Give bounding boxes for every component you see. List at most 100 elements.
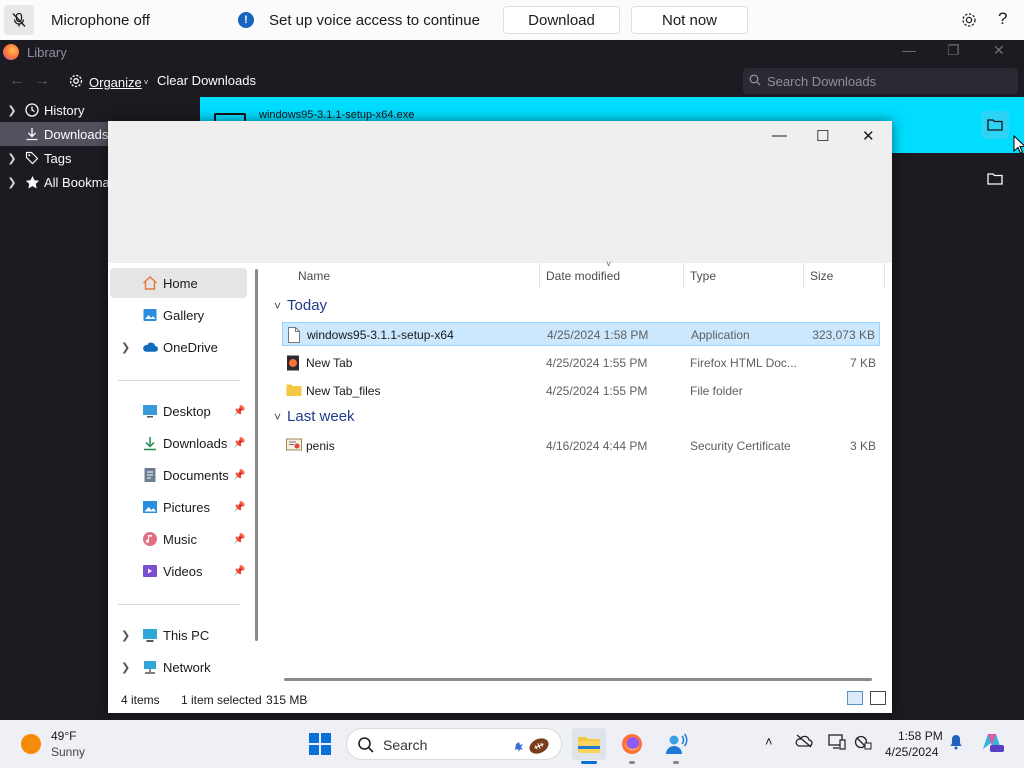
folder-icon[interactable] xyxy=(981,165,1009,193)
nav-item-network[interactable]: ❯ Network xyxy=(110,652,247,682)
library-title: Library xyxy=(27,44,67,60)
taskbar-search-box[interactable]: Search xyxy=(346,728,562,760)
weather-temperature[interactable]: 49°F xyxy=(51,729,76,743)
chevron-right-icon[interactable]: ❯ xyxy=(121,629,130,642)
weather-condition[interactable]: Sunny xyxy=(51,745,85,759)
column-header-date[interactable]: Date modified xyxy=(546,269,620,283)
microphone-off-icon[interactable] xyxy=(4,5,34,35)
organize-label: Organize xyxy=(89,75,142,90)
nav-item-gallery[interactable]: Gallery xyxy=(110,300,247,330)
pin-icon[interactable]: 📌 xyxy=(233,566,245,577)
folder-icon[interactable] xyxy=(981,111,1009,139)
sun-icon[interactable] xyxy=(21,734,41,754)
details-view-icon[interactable] xyxy=(847,691,863,705)
desktop-icon xyxy=(142,403,158,419)
file-list: Name Date modified ˅ Type Size ˅ Today w… xyxy=(264,259,892,683)
file-row[interactable]: windows95-3.1.1-setup-x64 4/25/2024 1:58… xyxy=(282,322,880,346)
restore-icon[interactable]: ❐ xyxy=(947,42,960,59)
mouse-cursor-icon xyxy=(1013,135,1024,154)
back-arrow-icon[interactable]: ← xyxy=(9,72,25,90)
chevron-up-icon[interactable]: ˄ xyxy=(765,734,773,749)
pin-icon[interactable]: 📌 xyxy=(233,438,245,449)
explorer-title-area: — ☐ ✕ xyxy=(108,121,892,263)
horizontal-scrollbar[interactable] xyxy=(284,678,872,681)
mic-status-label: Microphone off xyxy=(51,11,150,29)
gear-icon[interactable] xyxy=(960,11,978,32)
download-icon xyxy=(142,435,158,451)
file-explorer-window: — ☐ ✕ Home Gallery ❯ OneDrive Desktop 📌 … xyxy=(108,121,892,713)
organize-button[interactable]: Organize ˅ xyxy=(68,73,148,92)
nav-separator xyxy=(118,604,240,605)
clock-icon xyxy=(24,102,40,118)
firefox-logo-icon xyxy=(3,44,19,60)
file-row[interactable]: New Tab 4/25/2024 1:55 PM Firefox HTML D… xyxy=(282,351,880,375)
clock-date[interactable]: 4/25/2024 xyxy=(885,745,938,759)
tiles-view-icon[interactable] xyxy=(870,691,886,705)
nav-item-desktop[interactable]: Desktop 📌 xyxy=(110,396,247,426)
selection-count: 1 item selected xyxy=(181,693,262,707)
explorer-nav-pane: Home Gallery ❯ OneDrive Desktop 📌 Downlo… xyxy=(108,263,262,683)
pin-icon[interactable]: 📌 xyxy=(233,406,245,417)
windows-start-icon[interactable] xyxy=(309,733,331,755)
tree-label: Downloads xyxy=(44,126,109,142)
chevron-right-icon[interactable]: ❯ xyxy=(121,341,130,354)
close-icon[interactable]: ✕ xyxy=(993,42,1005,59)
nav-item-downloads[interactable]: Downloads 📌 xyxy=(110,428,247,458)
football-widget-icon xyxy=(513,734,553,759)
help-icon[interactable]: ? xyxy=(998,9,1007,29)
maximize-icon[interactable]: ☐ xyxy=(816,127,829,145)
nav-item-onedrive[interactable]: ❯ OneDrive xyxy=(110,332,247,362)
chevron-down-icon: ˅ xyxy=(274,409,282,424)
nav-item-this-pc[interactable]: ❯ This PC xyxy=(110,620,247,650)
voice-access-taskbar-icon[interactable] xyxy=(659,728,693,764)
file-row[interactable]: New Tab_files 4/25/2024 1:55 PM File fol… xyxy=(282,379,880,403)
minimize-icon[interactable]: — xyxy=(902,42,916,58)
firefox-html-file-icon xyxy=(286,355,300,371)
file-explorer-taskbar-icon[interactable] xyxy=(572,728,606,764)
nav-scrollbar[interactable] xyxy=(255,269,258,641)
copilot-icon[interactable] xyxy=(980,731,1004,756)
display-icon[interactable] xyxy=(828,734,846,753)
minimize-icon[interactable]: — xyxy=(772,127,787,144)
selection-size: 315 MB xyxy=(266,693,308,707)
nav-item-home[interactable]: Home xyxy=(110,268,247,298)
videos-icon xyxy=(142,563,158,579)
voice-setup-message: Set up voice access to continue xyxy=(269,12,480,29)
notification-bell-icon[interactable] xyxy=(949,734,963,753)
search-icon xyxy=(357,736,375,757)
chevron-right-icon[interactable]: ❯ xyxy=(121,661,130,674)
chevron-right-icon[interactable]: ❯ xyxy=(0,176,24,189)
chevron-right-icon[interactable]: ❯ xyxy=(0,104,24,117)
pin-icon[interactable]: 📌 xyxy=(233,534,245,545)
taskbar: 49°F Sunny Search ˄ 1:58 PM 4/25/2024 xyxy=(0,720,1024,768)
clear-downloads-button[interactable]: Clear Downloads xyxy=(157,73,256,88)
file-row[interactable]: penis 4/16/2024 4:44 PM Security Certifi… xyxy=(282,434,880,458)
library-toolbar: ← → Organize ˅ Clear Downloads xyxy=(0,64,1024,98)
nav-item-pictures[interactable]: Pictures 📌 xyxy=(110,492,247,522)
nav-item-videos[interactable]: Videos 📌 xyxy=(110,556,247,586)
chevron-down-icon: ˅ xyxy=(274,298,282,313)
group-header-last-week[interactable]: ˅ Last week xyxy=(274,408,355,425)
nav-item-music[interactable]: Music 📌 xyxy=(110,524,247,554)
onedrive-offline-icon[interactable] xyxy=(795,734,813,751)
voice-download-button[interactable]: Download xyxy=(503,6,620,34)
column-header-size[interactable]: Size xyxy=(810,269,833,283)
close-icon[interactable]: ✕ xyxy=(862,127,875,145)
pin-icon[interactable]: 📌 xyxy=(233,470,245,481)
clock-time[interactable]: 1:58 PM xyxy=(898,729,943,743)
application-file-icon xyxy=(287,327,301,343)
column-header-name[interactable]: Name xyxy=(298,269,330,283)
nav-item-documents[interactable]: Documents 📌 xyxy=(110,460,247,490)
network-icon xyxy=(142,659,158,675)
firefox-taskbar-icon[interactable] xyxy=(615,728,649,764)
group-header-today[interactable]: ˅ Today xyxy=(274,297,327,314)
forward-arrow-icon[interactable]: → xyxy=(34,72,50,90)
network-offline-icon[interactable] xyxy=(854,734,872,753)
tree-item-history[interactable]: ❯ History xyxy=(0,98,200,122)
mic-toggle[interactable] xyxy=(0,0,38,40)
not-now-button[interactable]: Not now xyxy=(631,6,748,34)
column-header-type[interactable]: Type xyxy=(690,269,716,283)
search-downloads-input[interactable] xyxy=(743,68,1018,94)
pin-icon[interactable]: 📌 xyxy=(233,502,245,513)
chevron-right-icon[interactable]: ❯ xyxy=(0,152,24,165)
